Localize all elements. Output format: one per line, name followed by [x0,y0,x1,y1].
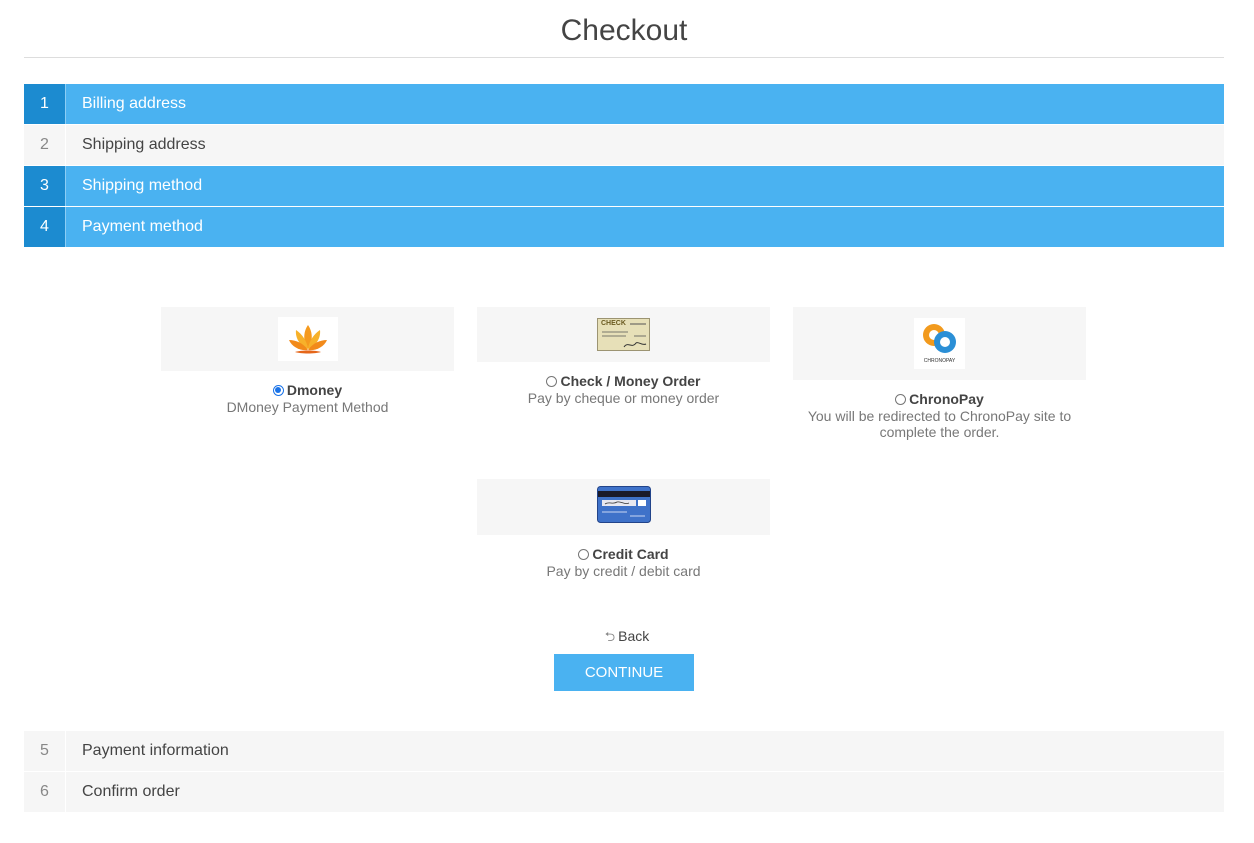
continue-button[interactable]: CONTINUE [554,654,694,691]
method-name: Dmoney [286,382,343,398]
payment-method-dmoney[interactable]: Dmoney DMoney Payment Method [161,307,454,415]
back-link[interactable]: ⮌ Back [560,628,694,650]
step-label: Confirm order [82,783,180,800]
method-description: Pay by cheque or money order [527,390,720,406]
step-label: Shipping address [82,136,206,153]
step-payment-information[interactable]: 5 Payment information [24,731,1224,771]
back-arrow-icon: ⮌ [604,629,616,644]
payment-method-check-money-order[interactable]: CHECK Check / Money Order Pay by cheque … [477,307,770,406]
check-icon: CHECK [597,318,650,351]
step-shipping-method[interactable]: 3 Shipping method [24,166,1224,206]
radio-dmoney[interactable] [272,384,284,396]
method-name: ChronoPay [909,391,984,407]
method-name: Credit Card [592,546,669,562]
step-confirm-order[interactable]: 6 Confirm order [24,772,1224,812]
radio-check-money-order[interactable] [546,375,558,387]
method-name: Check / Money Order [560,373,701,389]
step-label: Payment method [82,218,203,235]
page-title: Checkout [24,0,1224,58]
payment-logo-box: CHRONOPAY [793,307,1086,380]
step-number: 2 [24,125,66,165]
chronopay-logo-icon: CHRONOPAY [914,318,965,369]
payment-logo-box: CHECK [477,307,770,362]
radio-credit-card[interactable] [578,548,590,560]
method-description: You will be redirected to ChronoPay site… [807,408,1072,440]
step-label: Billing address [82,95,187,112]
step-shipping-address[interactable]: 2 Shipping address [24,125,1224,165]
method-description: Pay by credit / debit card [546,563,701,579]
method-description: DMoney Payment Method [226,399,389,415]
step-billing-address[interactable]: 1 Billing address [24,84,1224,124]
step-number: 6 [24,772,66,812]
payment-logo-box [477,479,770,535]
chronopay-logo-label: CHRONOPAY [923,358,956,364]
back-label: Back [618,628,650,644]
step-number: 5 [24,731,66,771]
radio-chronopay[interactable] [895,393,907,405]
payment-method-credit-card[interactable]: Credit Card Pay by credit / debit card [477,479,770,579]
step-number: 3 [24,166,66,206]
lotus-logo-icon [277,317,338,361]
payment-logo-box [161,307,454,371]
step-label: Shipping method [82,177,203,194]
payment-method-chronopay[interactable]: CHRONOPAY ChronoPay You will be redirect… [793,307,1086,440]
credit-card-icon [596,486,651,528]
step-payment-method[interactable]: 4 Payment method [24,207,1224,247]
step-number: 4 [24,207,66,247]
step-label: Payment information [82,742,229,759]
step-number: 1 [24,84,66,124]
